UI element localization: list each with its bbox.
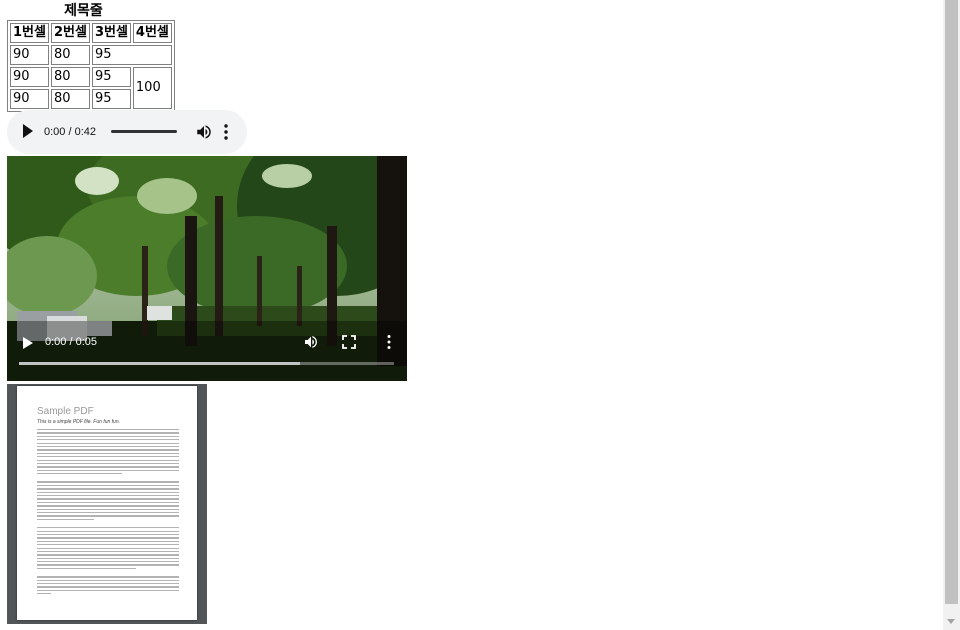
pdf-subtitle: This is a simple PDF file. Fun fun fun. [37,419,120,425]
table-row: 90 80 95 100 [10,67,172,109]
table-row: 90 80 95 [10,45,172,65]
table-cell: 90 [10,89,49,109]
table-caption: 제목줄 [64,3,103,19]
table-cell: 80 [50,67,90,87]
pdf-title: Sample PDF [37,406,94,417]
table-cell: 95 [91,67,131,87]
table-cell: 95 [91,89,131,109]
table-header-cell: 4번셀 [132,23,172,43]
table-cell-merged: 100 [132,67,172,109]
table-header-row: 1번셀 2번셀 3번셀 4번셀 [10,23,172,43]
video-buffered-bar [19,362,300,365]
fullscreen-icon[interactable] [342,335,356,349]
table-cell: 95 [91,45,172,65]
volume-icon[interactable] [303,334,319,350]
more-options-icon[interactable] [219,123,233,141]
table-cell: 80 [50,89,90,109]
play-icon[interactable] [23,337,33,349]
video-progress-bar[interactable] [19,362,394,365]
scrollbar-thumb[interactable] [945,0,958,604]
scroll-down-arrow-icon[interactable] [947,619,955,624]
table-header-cell: 2번셀 [50,23,90,43]
table-cell: 90 [10,67,49,87]
audio-time: 0:00 / 0:42 [44,126,96,138]
table-header-cell: 1번셀 [10,23,49,43]
video-time: 0:00 / 0:05 [45,336,97,348]
pdf-page: Sample PDF This is a simple PDF file. Fu… [17,386,197,620]
page-scrollbar[interactable] [943,0,960,630]
audio-player[interactable]: 0:00 / 0:42 [7,110,247,154]
audio-seek-slider[interactable] [111,130,177,133]
pdf-viewer[interactable]: Sample PDF This is a simple PDF file. Fu… [7,384,207,624]
table-cell: 90 [10,45,49,65]
grades-table: 1번셀 2번셀 3번셀 4번셀 90 80 95 90 80 95 100 90… [7,20,175,112]
volume-icon[interactable] [195,123,213,141]
table-cell: 80 [50,45,90,65]
table-header-cell: 3번셀 [91,23,131,43]
grades-table-container: 제목줄 1번셀 2번셀 3번셀 4번셀 90 80 95 90 80 95 10… [7,3,175,112]
more-options-icon[interactable] [385,334,393,350]
pdf-body-text [37,429,179,597]
video-player[interactable]: 0:00 / 0:05 [7,156,407,381]
play-icon[interactable] [23,124,33,138]
